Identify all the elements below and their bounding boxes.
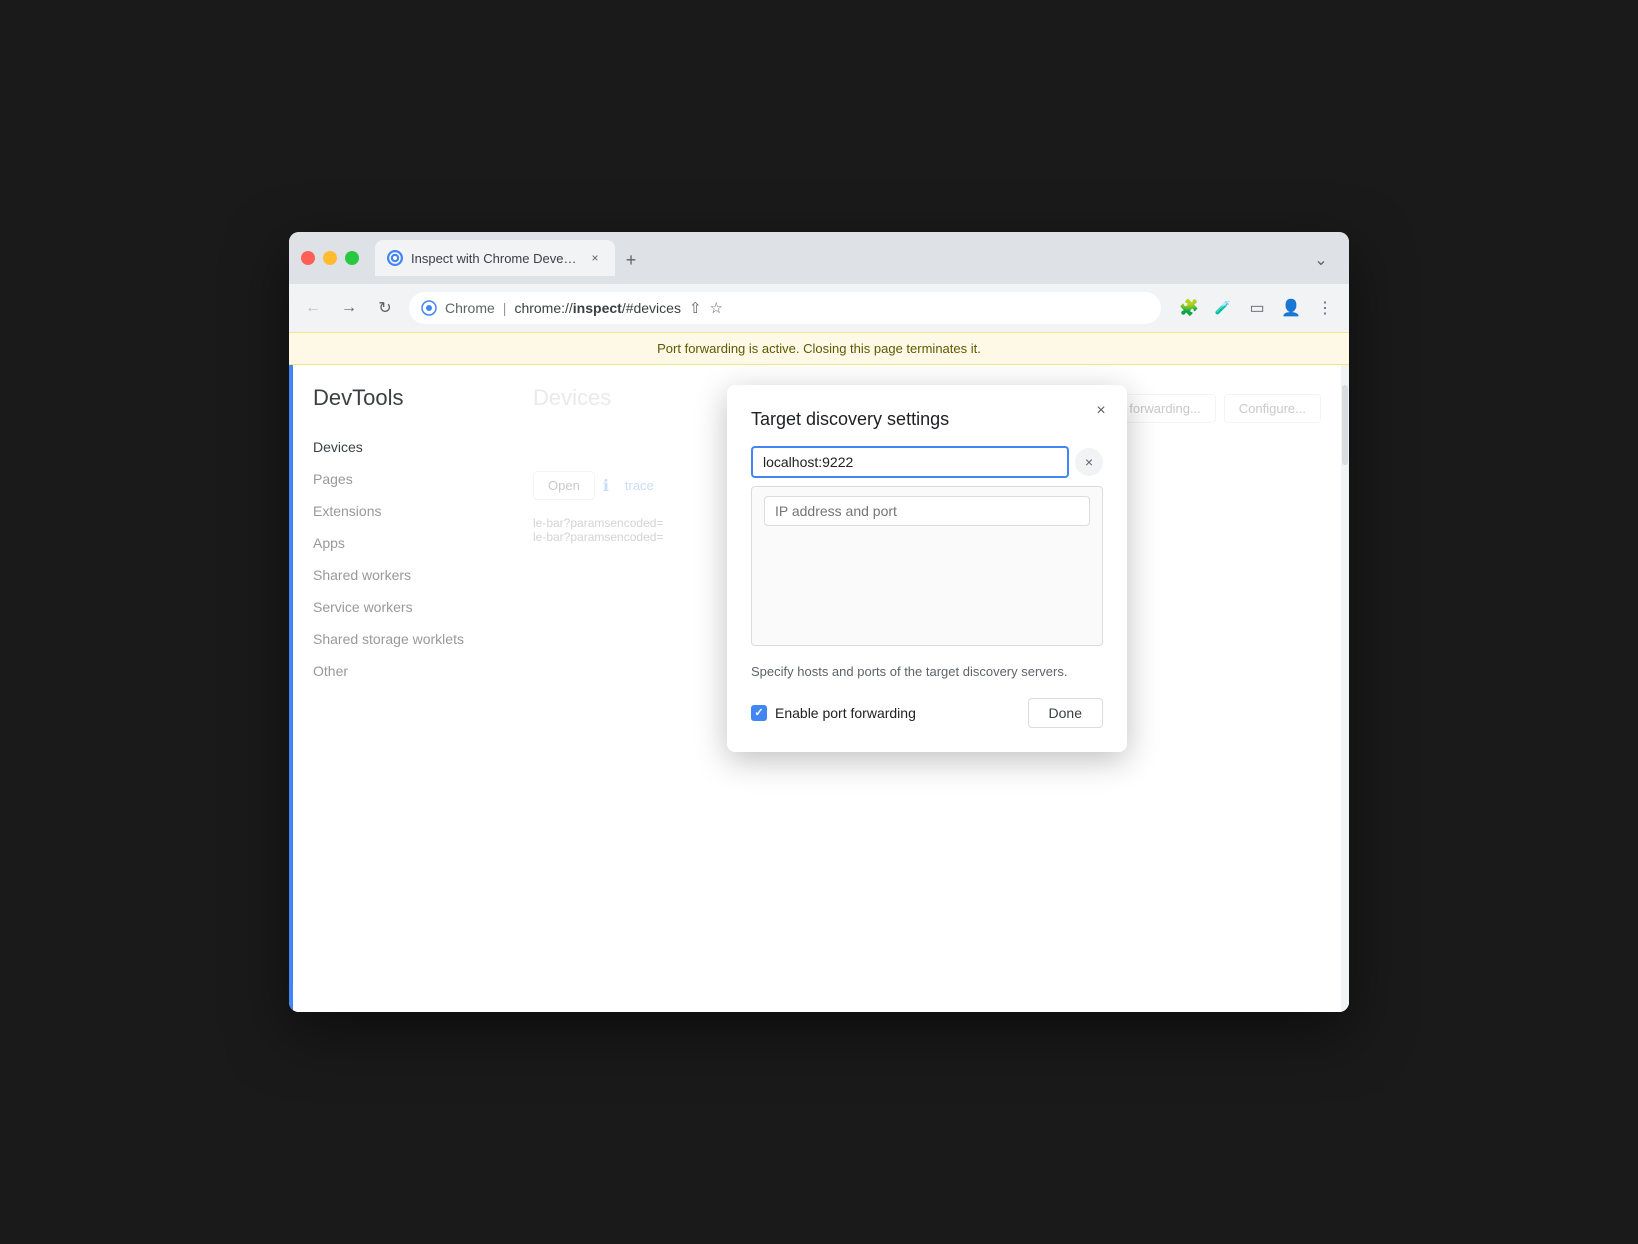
scrollbar xyxy=(1341,365,1349,1012)
close-traffic-light[interactable] xyxy=(301,251,315,265)
port-forwarding-checkbox-label[interactable]: ✓ Enable port forwarding xyxy=(751,705,916,721)
address-scheme: Chrome xyxy=(445,300,495,316)
address-bold: inspect xyxy=(573,300,622,316)
input-clear-button[interactable]: × xyxy=(1075,448,1103,476)
maximize-traffic-light[interactable] xyxy=(345,251,359,265)
new-tab-button[interactable]: + xyxy=(615,244,647,276)
reading-mode-icon[interactable]: ▭ xyxy=(1241,292,1273,324)
back-button[interactable]: ← xyxy=(297,292,329,324)
traffic-lights xyxy=(301,251,359,265)
port-forwarding-checkbox[interactable]: ✓ xyxy=(751,705,767,721)
forward-button[interactable]: → xyxy=(333,292,365,324)
sidebar-item-pages[interactable]: Pages xyxy=(293,463,513,495)
sidebar-item-apps[interactable]: Apps xyxy=(293,527,513,559)
profile-icon[interactable]: 👤 xyxy=(1275,292,1307,324)
address-path: /#devices xyxy=(622,300,681,316)
tab-overflow-button[interactable]: ⌄ xyxy=(1305,244,1337,276)
checkbox-label-text: Enable port forwarding xyxy=(775,705,916,721)
host-input[interactable] xyxy=(751,446,1069,478)
extensions-icon[interactable]: 🧩 xyxy=(1173,292,1205,324)
tab-bar: Inspect with Chrome Develope × + ⌄ xyxy=(375,240,1337,276)
sidebar-item-devices[interactable]: Devices xyxy=(293,431,513,463)
modal-dialog: × Target discovery settings × Specify ho… xyxy=(727,385,1127,752)
sidebar-item-service-workers[interactable]: Service workers xyxy=(293,591,513,623)
modal-input-row: × xyxy=(751,446,1103,478)
title-bar: Inspect with Chrome Develope × + ⌄ xyxy=(289,232,1349,284)
chrome-icon xyxy=(421,300,437,316)
sidebar-item-shared-storage[interactable]: Shared storage worklets xyxy=(293,623,513,655)
address-separator: | xyxy=(503,300,507,316)
main-content: Devices Port forwarding... Configure... … xyxy=(513,365,1341,1012)
active-tab[interactable]: Inspect with Chrome Develope × xyxy=(375,240,615,276)
modal-footer: ✓ Enable port forwarding Done xyxy=(751,698,1103,728)
address-url: chrome://inspect/#devices xyxy=(514,300,681,316)
browser-window: Inspect with Chrome Develope × + ⌄ ← → ↻… xyxy=(289,232,1349,1012)
reload-button[interactable]: ↻ xyxy=(369,292,401,324)
address-bar[interactable]: Chrome | chrome://inspect/#devices ⇧ ☆ xyxy=(409,292,1161,324)
tab-favicon xyxy=(387,250,403,266)
modal-list-inner xyxy=(752,487,1102,535)
info-bar: Port forwarding is active. Closing this … xyxy=(289,332,1349,365)
tab-close-button[interactable]: × xyxy=(587,250,603,266)
sidebar-title: DevTools xyxy=(293,385,513,431)
menu-icon[interactable]: ⋮ xyxy=(1309,292,1341,324)
done-button[interactable]: Done xyxy=(1028,698,1103,728)
tab-title: Inspect with Chrome Develope xyxy=(411,251,579,266)
toolbar-icons: 🧩 🧪 ▭ 👤 ⋮ xyxy=(1173,292,1341,324)
bookmark-icon[interactable]: ☆ xyxy=(710,299,723,317)
sidebar: DevTools Devices Pages Extensions Apps S… xyxy=(293,365,513,1012)
sidebar-item-other[interactable]: Other xyxy=(293,655,513,687)
sidebar-item-extensions[interactable]: Extensions xyxy=(293,495,513,527)
modal-title: Target discovery settings xyxy=(751,409,1103,430)
modal-overlay: × Target discovery settings × Specify ho… xyxy=(513,365,1341,1012)
sidebar-item-shared-workers[interactable]: Shared workers xyxy=(293,559,513,591)
modal-close-button[interactable]: × xyxy=(1087,397,1115,425)
devtools-icon[interactable]: 🧪 xyxy=(1207,292,1239,324)
modal-description: Specify hosts and ports of the target di… xyxy=(751,662,1103,682)
placeholder-input[interactable] xyxy=(764,496,1090,526)
minimize-traffic-light[interactable] xyxy=(323,251,337,265)
nav-bar: ← → ↻ Chrome | chrome://inspect/#devices… xyxy=(289,284,1349,332)
share-icon[interactable]: ⇧ xyxy=(689,299,702,317)
content-area: DevTools Devices Pages Extensions Apps S… xyxy=(289,365,1349,1012)
info-bar-message: Port forwarding is active. Closing this … xyxy=(657,341,981,356)
modal-list-area xyxy=(751,486,1103,646)
checkmark-icon: ✓ xyxy=(754,706,763,719)
address-actions: ⇧ ☆ xyxy=(689,299,723,317)
scrollbar-thumb[interactable] xyxy=(1342,385,1348,465)
